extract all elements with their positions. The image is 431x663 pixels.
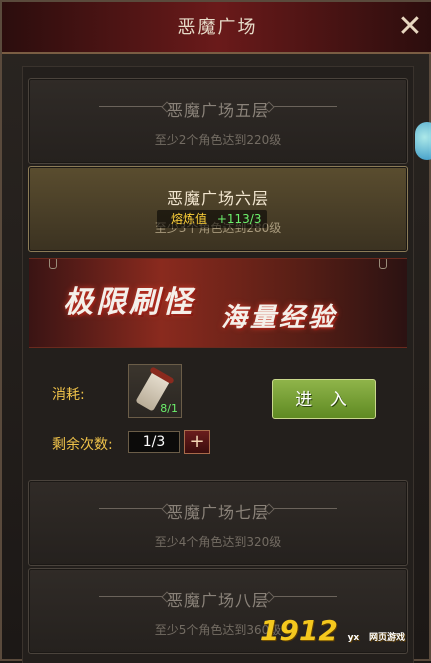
promo-banner: 极限刷怪 海量经验 [29,258,407,348]
level-requirement: 至少2个角色达到220级 [154,133,282,147]
level-card-5[interactable]: 恶魔广场五层 至少2个角色达到220级 [28,78,408,164]
smelt-label: 熔炼值 [171,212,208,226]
logo-number: 1912 [259,614,338,647]
side-orb-icon [415,122,431,160]
level-card-6[interactable]: 恶魔广场六层 至少3个角色达到280级 [28,166,408,252]
consume-item-slot[interactable]: 8/1 [128,364,182,418]
smelt-tooltip: 熔炼值 +113/3 [157,210,267,228]
banner-text-right: 海量经验 [221,303,338,333]
close-icon[interactable]: ✕ [395,12,425,42]
title-bar: 恶魔广场 ✕ [2,2,431,54]
remaining-label: 剩余次数: [52,437,113,453]
banner-hook-icon [49,259,57,269]
level-name: 恶魔广场七层 [166,503,269,522]
item-count: 8/1 [160,402,178,415]
consume-label: 消耗: [52,387,85,403]
window-title: 恶魔广场 [177,17,258,38]
logo-badge: yx [347,633,360,643]
smelt-value: +113/3 [216,212,262,226]
level-name: 恶魔广场八层 [166,591,269,610]
level-requirement: 至少4个角色达到320级 [154,535,282,549]
plus-icon[interactable]: + [184,430,210,454]
logo-subtext: 网页游戏 [368,633,405,643]
banner-hook-icon [379,259,387,269]
level-name: 恶魔广场五层 [166,101,269,120]
banner-text-left: 极限刷怪 [63,285,195,320]
enter-button[interactable]: 进 入 [272,379,376,419]
remaining-count: 1/3 [128,431,180,453]
level-card-7[interactable]: 恶魔广场七层 至少4个角色达到320级 [28,480,408,566]
level-name: 恶魔广场六层 [166,189,269,208]
site-logo: 1912 yx 网页游戏 [260,614,405,647]
dialog-window: 恶魔广场 ✕ 恶魔广场五层 至少2个角色达到220级 恶魔广场六层 至少3个角色… [0,0,431,663]
